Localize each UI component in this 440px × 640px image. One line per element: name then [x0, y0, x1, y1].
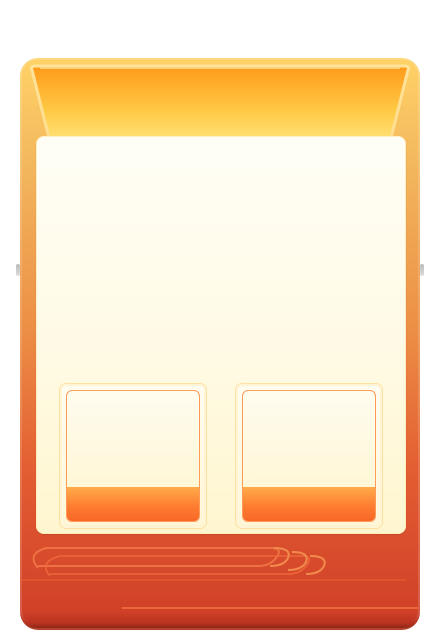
right-slot[interactable]	[242, 390, 376, 522]
right-slot-fill	[243, 487, 375, 521]
card-bottom-rim	[20, 612, 420, 628]
right-scroll-nub-icon	[420, 264, 424, 276]
left-slot[interactable]	[66, 390, 200, 522]
left-slot-fill	[67, 487, 199, 521]
game-card-screen	[0, 0, 440, 640]
